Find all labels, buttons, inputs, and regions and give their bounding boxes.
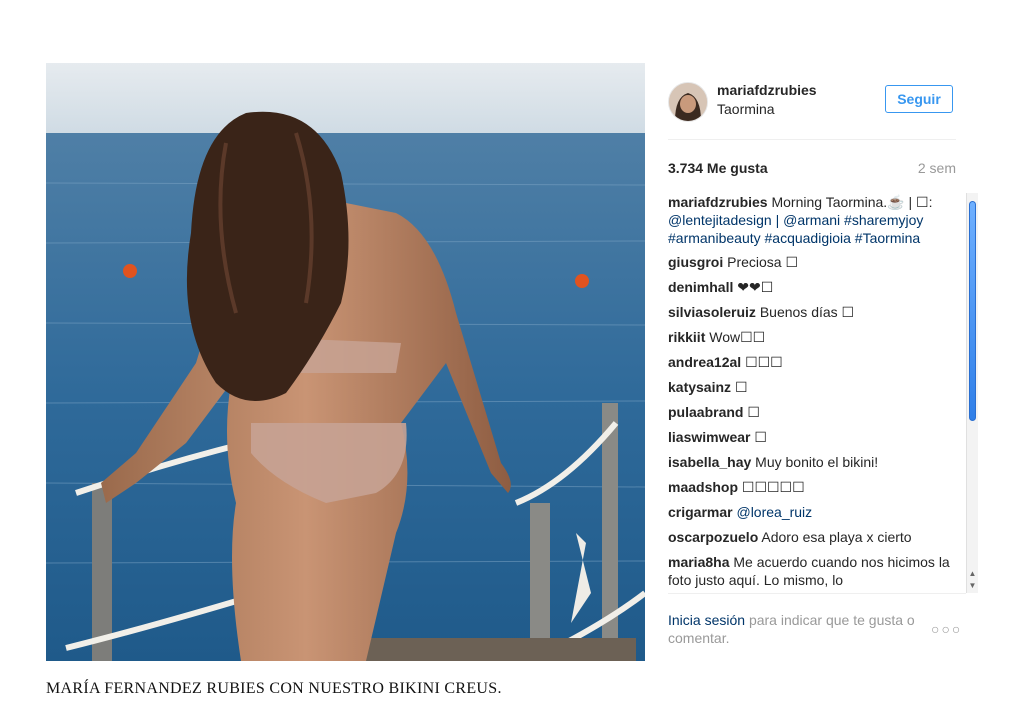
scroll-down-arrow-icon[interactable]: ▼ xyxy=(967,579,978,591)
comment-text: Muy bonito el bikini! xyxy=(755,454,879,470)
comment-item: crigarmar @lorea_ruiz xyxy=(668,503,962,521)
comments-scrollbar[interactable]: ▲ ▼ xyxy=(966,193,978,593)
comment-username[interactable]: liaswimwear xyxy=(668,429,751,445)
comment-text: @lorea_ruiz xyxy=(736,504,813,520)
page-caption: MARÍA FERNANDEZ RUBIES CON NUESTRO BIKIN… xyxy=(46,680,502,697)
follow-button[interactable]: Seguir xyxy=(885,85,953,113)
comments-list[interactable]: mariafdzrubies Morning Taormina.☕ | ☐: @… xyxy=(668,193,962,593)
comment-username[interactable]: oscarpozuelo xyxy=(668,529,758,545)
comment-text: ☐ xyxy=(734,379,748,395)
comment-item: maadshop ☐☐☐☐☐ xyxy=(668,478,962,496)
comment-username[interactable]: silviasoleruiz xyxy=(668,304,756,320)
caption-username[interactable]: mariafdzrubies xyxy=(668,194,768,210)
comment-item: rikkiit Wow☐☐ xyxy=(668,328,962,346)
comment-item: katysainz ☐ xyxy=(668,378,962,396)
comments-container: giusgroi Preciosa ☐ denimhall ❤❤☐ silviaso… xyxy=(668,253,962,589)
comment-username[interactable]: rikkiit xyxy=(668,329,705,345)
comment-item: pulaabrand ☐ xyxy=(668,403,962,421)
likes-count[interactable]: 3.734 Me gusta xyxy=(668,160,768,176)
comment-text: ☐☐☐☐☐ xyxy=(741,479,805,495)
comment-username[interactable]: denimhall xyxy=(668,279,733,295)
comment-text: ❤❤☐ xyxy=(737,279,774,295)
post-caption: mariafdzrubies Morning Taormina.☕ | ☐: @… xyxy=(668,193,962,247)
comment-username[interactable]: maria8ha xyxy=(668,554,729,570)
more-options-icon[interactable]: ○○○ xyxy=(931,621,962,637)
comment-item: denimhall ❤❤☐ xyxy=(668,278,962,296)
comments-divider xyxy=(668,593,966,594)
post-location[interactable]: Taormina xyxy=(717,101,775,117)
comment-username[interactable]: katysainz xyxy=(668,379,731,395)
post-username[interactable]: mariafdzrubies xyxy=(717,82,817,98)
post-time[interactable]: 2 sem xyxy=(918,160,956,176)
comment-item: liaswimwear ☐ xyxy=(668,428,962,446)
comment-item: maria8ha Me acuerdo cuando nos hicimos l… xyxy=(668,553,962,589)
caption-tags[interactable]: @lentejitadesign | @armani #sharemyjoy #… xyxy=(668,212,923,246)
comment-item: silviasoleruiz Buenos días ☐ xyxy=(668,303,962,321)
comment-username[interactable]: crigarmar xyxy=(668,504,733,520)
comment-text: ☐ xyxy=(747,404,760,420)
avatar-image xyxy=(669,83,707,121)
comment-text: ☐☐☐ xyxy=(745,354,783,370)
comment-text: Wow☐☐ xyxy=(709,329,766,345)
comment-username[interactable]: pulaabrand xyxy=(668,404,743,420)
scroll-up-arrow-icon[interactable]: ▲ xyxy=(967,567,978,579)
comment-username[interactable]: andrea12al xyxy=(668,354,741,370)
comment-text: Buenos días ☐ xyxy=(759,304,855,320)
post-side-panel: mariafdzrubies Taormina Seguir 3.734 Me … xyxy=(668,63,978,661)
comment-item: andrea12al ☐☐☐ xyxy=(668,353,962,371)
comment-text: Preciosa ☐ xyxy=(727,254,799,270)
comment-username[interactable]: maadshop xyxy=(668,479,738,495)
photo-illustration xyxy=(46,63,645,661)
comment-text: ☐ xyxy=(754,429,767,445)
login-link[interactable]: Inicia sesión xyxy=(668,612,745,628)
comment-item: giusgroi Preciosa ☐ xyxy=(668,253,962,271)
avatar[interactable] xyxy=(668,82,708,122)
comment-item: oscarpozuelo Adoro esa playa x cierto xyxy=(668,528,962,546)
scrollbar-thumb[interactable] xyxy=(969,201,976,421)
caption-text: Morning Taormina.☕ | ☐: xyxy=(771,194,933,210)
header-divider xyxy=(668,139,956,140)
comment-username[interactable]: giusgroi xyxy=(668,254,723,270)
comment-username[interactable]: isabella_hay xyxy=(668,454,751,470)
comment-text: Adoro esa playa x cierto xyxy=(761,529,912,545)
login-prompt: Inicia sesión para indicar que te gusta … xyxy=(668,611,928,647)
comment-item: isabella_hay Muy bonito el bikini! xyxy=(668,453,962,471)
post-photo xyxy=(46,63,645,661)
